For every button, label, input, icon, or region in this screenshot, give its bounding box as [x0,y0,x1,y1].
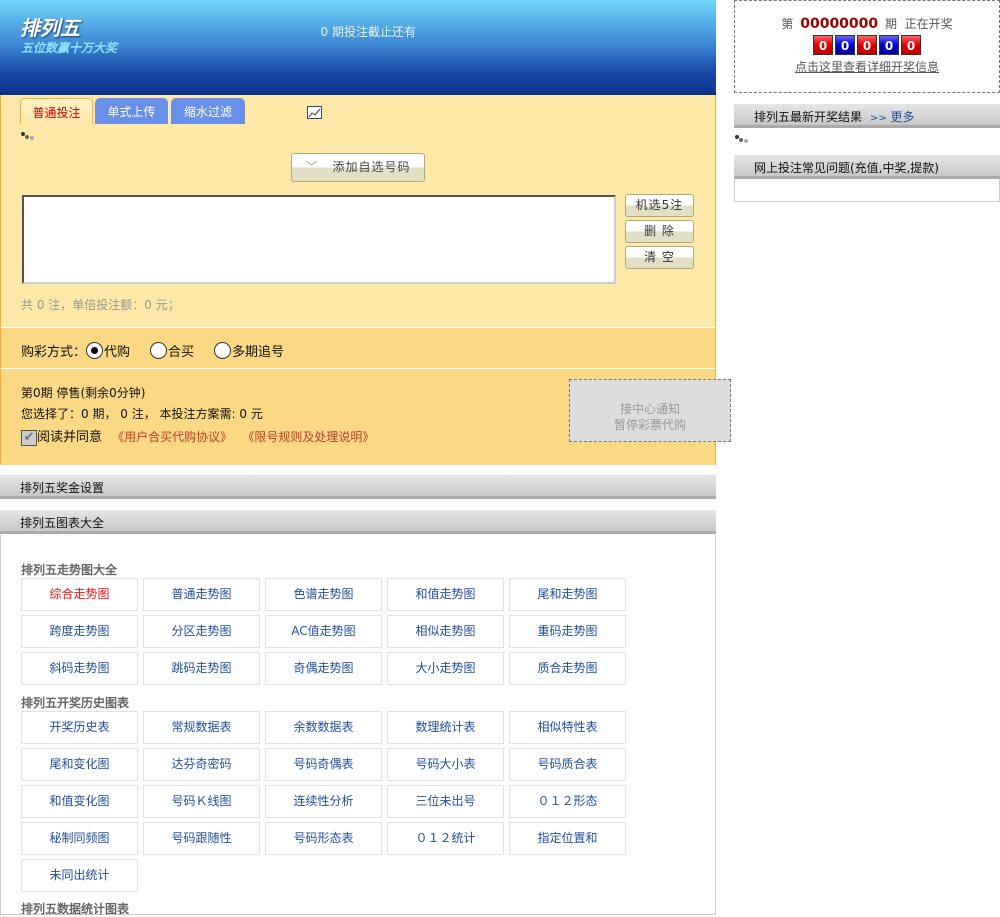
chart-link[interactable]: 连续性分析 [265,785,382,818]
draw-box: 第 00000000 期 正在开奖 00000 点击这里查看详细开奖信息 [734,0,1000,93]
issue-suffix: 期 正在开奖 [884,17,953,31]
chart-link[interactable]: 号码跟随性 [143,822,260,855]
chart-link[interactable]: 大小走势图 [387,652,504,685]
chart-link[interactable]: 号码奇偶表 [265,748,382,781]
issue-number: 00000000 [800,16,879,32]
chart-link[interactable]: 跳码走势图 [143,652,260,685]
radio-multi-period[interactable] [214,342,232,359]
add-numbers-button[interactable]: ﹀ 添加自选号码 [291,153,425,182]
draw-ball: 0 [835,35,855,55]
chart-link[interactable]: 开奖历史表 [21,711,138,744]
chart-link[interactable]: ０１２统计 [387,822,504,855]
chevron-down-icon: ﹀ [305,160,319,174]
purchase-label: 购彩方式： [21,345,87,360]
radio-daigou[interactable] [86,342,104,359]
more-arrows: >> [869,113,887,124]
option-daigou-label: 代购 [104,345,131,360]
draw-ball: 0 [901,35,921,55]
more-link[interactable]: 更多 [890,110,914,124]
chart-link[interactable]: 三位未出号 [387,785,504,818]
latest-results-header: 排列五最新开奖结果 >> 更多 [734,104,1000,128]
tab-shrink-filter[interactable]: 缩水过滤 [171,98,245,124]
add-numbers-label: 添加自选号码 [332,160,411,174]
draw-detail-link[interactable]: 点击这里查看详细开奖信息 [735,58,999,75]
header-banner: 排列五 五位数赢十万大奖 0 期投注截止还有 [0,0,716,95]
agree-label: 阅读并同意 [37,430,103,445]
chart-link[interactable]: 指定位置和 [509,822,626,855]
deadline-text: 0 期投注截止还有 [320,25,416,39]
suspension-notice: 接中心通知 暂停彩票代购 [569,379,731,442]
radio-hemai[interactable] [150,342,168,359]
chart-link[interactable]: 号码形态表 [265,822,382,855]
charts-header: 排列五图表大全 [0,510,716,534]
notice-line-2: 暂停彩票代购 [613,418,686,432]
chart-link[interactable]: ０１２形态 [509,785,626,818]
latest-results-title: 排列五最新开奖结果 [754,110,863,124]
chart-link[interactable]: 质合走势图 [509,652,626,685]
draw-ball: 0 [813,35,833,55]
trend-title: 排列五走势图大全 [21,563,118,577]
chart-link[interactable]: 秘制同频图 [21,822,138,855]
chart-link[interactable]: 尾和走势图 [509,578,626,611]
chart-link[interactable]: 普通走势图 [143,578,260,611]
chart-link[interactable]: 尾和变化图 [21,748,138,781]
draw-ball: 0 [857,35,877,55]
chart-link[interactable]: 相似特性表 [509,711,626,744]
tab-single-upload[interactable]: 单式上传 [95,98,168,124]
option-multi-period-label: 多期追号 [232,345,285,360]
chart-link[interactable]: 重码走势图 [509,615,626,648]
restriction-rules-link[interactable]: 《限号规则及处理说明》 [242,430,374,444]
issue-status: 第0期 停售(剩余0分钟) [21,386,146,400]
chart-link[interactable]: 和值变化图 [21,785,138,818]
draw-ball: 0 [879,35,899,55]
chart-link[interactable]: 号码大小表 [387,748,504,781]
chart-link[interactable]: 奇偶走势图 [265,652,382,685]
notice-line-1: 接中心通知 [619,402,680,416]
agree-checkbox[interactable]: ✔ [21,429,37,446]
option-hemai-label: 合买 [168,345,195,360]
logo: 排列五 [20,16,80,40]
chart-link[interactable]: 号码质合表 [509,748,626,781]
user-agreement-link[interactable]: 《用户合买代购协议》 [112,430,232,444]
chart-link[interactable]: 斜码走势图 [21,652,138,685]
loading-icon [21,132,35,140]
chart-link[interactable]: 相似走势图 [387,615,504,648]
loading-icon [735,135,749,143]
chart-link[interactable]: 数理统计表 [387,711,504,744]
delete-button[interactable]: 删 除 [625,220,694,243]
issue-prefix: 第 [781,17,794,31]
tab-normal-bet[interactable]: 普通投注 [20,98,93,124]
faq-header[interactable]: 网上投注常见问题(充值,中奖,提款) [734,155,1000,179]
chart-link[interactable]: 余数数据表 [265,711,382,744]
history-title: 排列五开奖历史图表 [21,696,130,710]
faq-box [734,179,1000,202]
selection-summary: 您选择了：0 期， 0 注， 本投注方案需: 0 元 [21,407,263,421]
chart-link[interactable]: 综合走势图 [21,578,138,611]
bet-summary: 共 0 注，单倍投注额：0 元； [21,298,180,312]
chart-link[interactable]: 常规数据表 [143,711,260,744]
chart-link[interactable]: 达芬奇密码 [143,748,260,781]
purchase-mode: 购彩方式： 代购 合买 多期追号 [0,327,716,368]
random-5-button[interactable]: 机选5注 [625,194,694,217]
chart-link[interactable]: AC值走势图 [265,615,382,648]
chart-icon[interactable] [307,106,322,119]
chart-link[interactable]: 未同出统计 [21,859,138,892]
chart-link[interactable]: 和值走势图 [387,578,504,611]
chart-link[interactable]: 分区走势图 [143,615,260,648]
chart-link[interactable]: 号码Ｋ线图 [143,785,260,818]
prize-settings-header[interactable]: 排列五奖金设置 [0,475,716,499]
chart-link[interactable]: 色谱走势图 [265,578,382,611]
clear-button[interactable]: 清 空 [625,246,694,269]
numbers-textarea[interactable] [22,195,616,284]
slogan: 五位数赢十万大奖 [21,41,118,55]
chart-link[interactable]: 跨度走势图 [21,615,138,648]
